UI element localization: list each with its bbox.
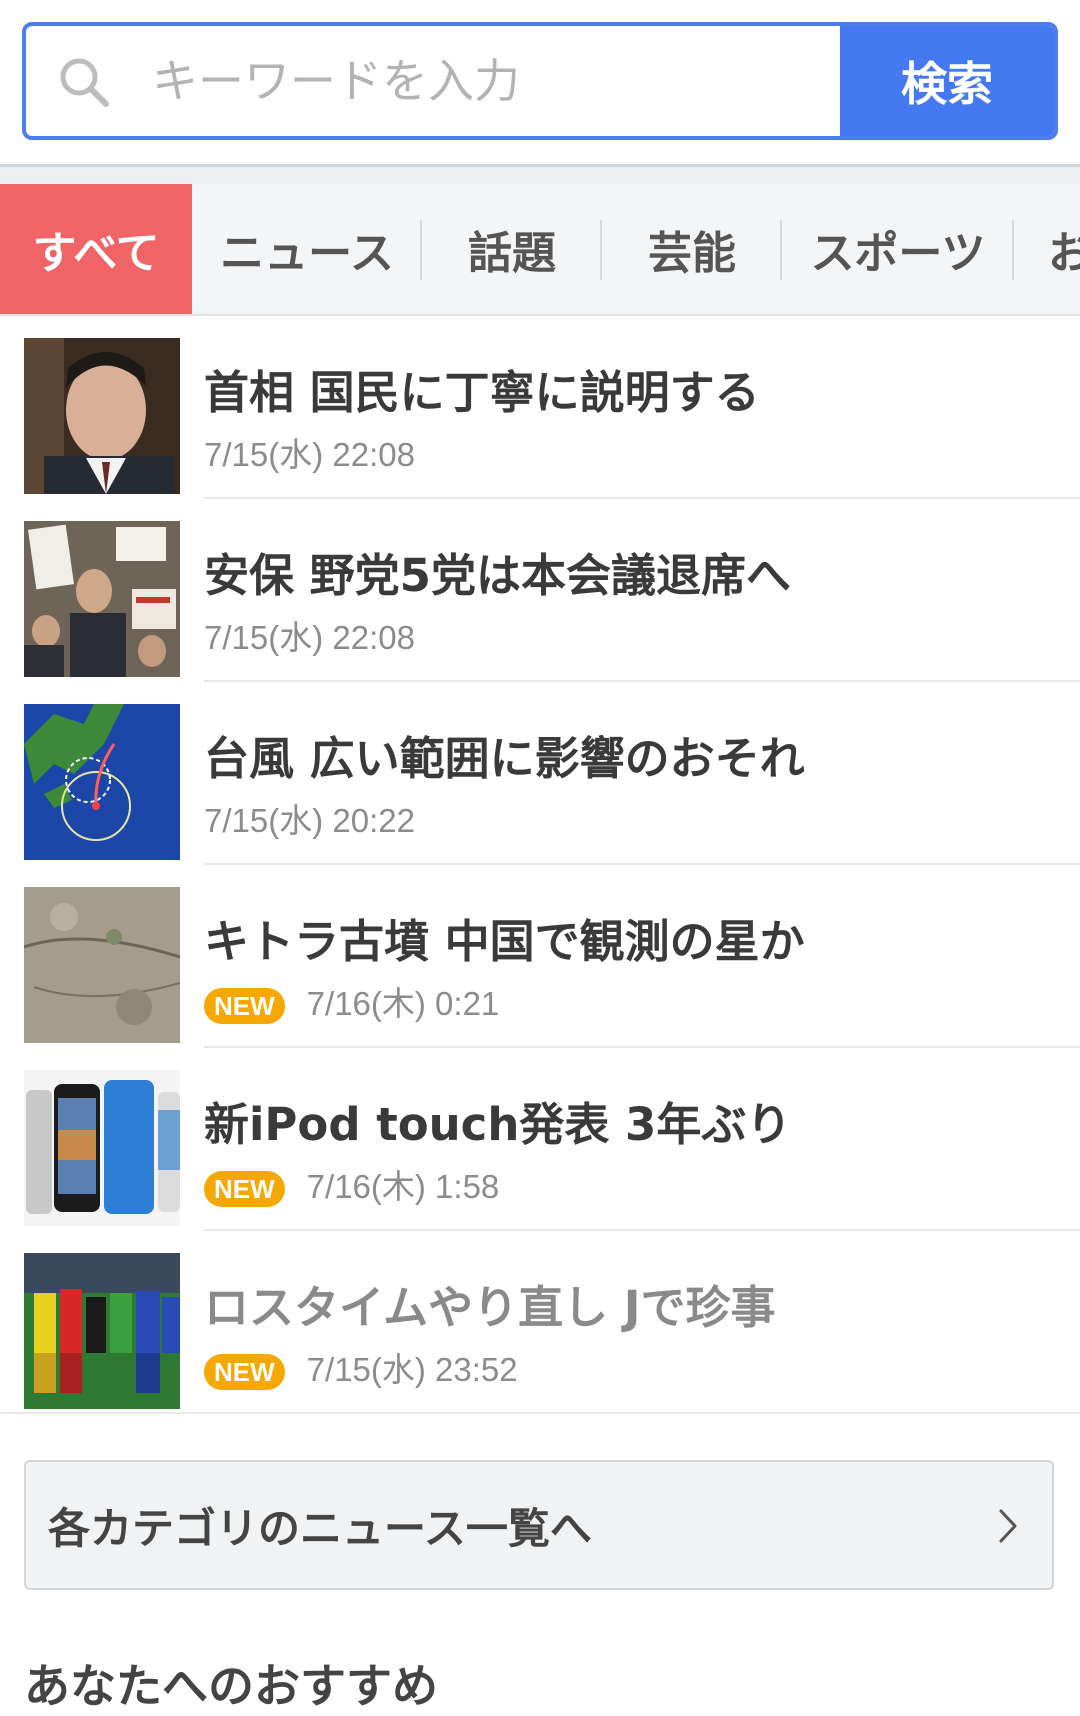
list-item[interactable]: 安保 野党5党は本会議退席へ 7/15(水) 22:08 (0, 499, 1080, 682)
news-title: 首相 国民に丁寧に説明する (204, 366, 760, 419)
news-title: 安保 野党5党は本会議退席へ (204, 549, 791, 602)
news-date: 7/16(木) 1:58 (306, 1168, 500, 1205)
new-badge: NEW (204, 988, 285, 1024)
news-date: 7/15(水) 23:52 (306, 1351, 518, 1388)
news-thumbnail (24, 704, 180, 860)
list-item[interactable]: 首相 国民に丁寧に説明する 7/15(水) 22:08 (0, 316, 1080, 499)
category-link-label: 各カテゴリのニュース一覧へ (48, 1503, 592, 1553)
news-date: 7/15(水) 22:08 (204, 619, 415, 656)
tab-news[interactable]: ニュース (192, 184, 422, 314)
tab-more[interactable]: お (1014, 184, 1080, 314)
news-title: ロスタイムやり直し Jで珍事 (204, 1281, 776, 1334)
news-thumbnail (24, 338, 180, 494)
news-meta: NEW 7/16(木) 1:58 (204, 1160, 499, 1208)
news-thumbnail (24, 887, 180, 1043)
news-title: キトラ古墳 中国で観測の星か (204, 915, 805, 968)
category-tabs: すべて ニュース 話題 芸能 スポーツ お (0, 184, 1080, 316)
category-news-link[interactable]: 各カテゴリのニュース一覧へ (24, 1460, 1054, 1590)
news-title: 台風 広い範囲に影響のおそれ (204, 732, 805, 785)
recommend-heading: あなたへのおすすめ (24, 1659, 438, 1713)
search-input[interactable] (134, 26, 854, 136)
list-item[interactable]: ロスタイムやり直し Jで珍事 NEW 7/15(水) 23:52 (0, 1231, 1080, 1414)
search-area: 検索 (0, 0, 1080, 166)
new-badge: NEW (204, 1354, 285, 1390)
list-item[interactable]: キトラ古墳 中国で観測の星か NEW 7/16(木) 0:21 (0, 865, 1080, 1048)
chevron-right-icon (999, 1509, 1017, 1543)
new-badge: NEW (204, 1171, 285, 1207)
news-meta: NEW 7/15(水) 23:52 (204, 1343, 518, 1391)
news-date: 7/16(木) 0:21 (306, 985, 500, 1022)
news-thumbnail (24, 521, 180, 677)
header-divider (0, 164, 1080, 184)
news-list: 首相 国民に丁寧に説明する 7/15(水) 22:08 安保 野党5党は本会議退… (0, 316, 1080, 1414)
tab-topics[interactable]: 話題 (422, 184, 602, 314)
list-item[interactable]: 台風 広い範囲に影響のおそれ 7/15(水) 20:22 (0, 682, 1080, 865)
tab-all[interactable]: すべて (0, 184, 192, 314)
news-thumbnail (24, 1253, 180, 1409)
search-box: 検索 (22, 22, 1058, 140)
list-item[interactable]: 新iPod touch発表 3年ぶり NEW 7/16(木) 1:58 (0, 1048, 1080, 1231)
news-meta: NEW 7/16(木) 0:21 (204, 977, 499, 1025)
tab-entertainment[interactable]: 芸能 (602, 184, 782, 314)
news-meta: 7/15(水) 20:22 (204, 794, 415, 842)
search-button[interactable]: 検索 (840, 26, 1054, 136)
search-icon (60, 58, 109, 107)
news-thumbnail (24, 1070, 180, 1226)
news-date: 7/15(水) 22:08 (204, 436, 415, 473)
divider (0, 1412, 1080, 1414)
news-title: 新iPod touch発表 3年ぶり (204, 1098, 792, 1151)
news-meta: 7/15(水) 22:08 (204, 611, 415, 659)
news-date: 7/15(水) 20:22 (204, 802, 415, 839)
news-meta: 7/15(水) 22:08 (204, 428, 415, 476)
tab-sports[interactable]: スポーツ (782, 184, 1014, 314)
